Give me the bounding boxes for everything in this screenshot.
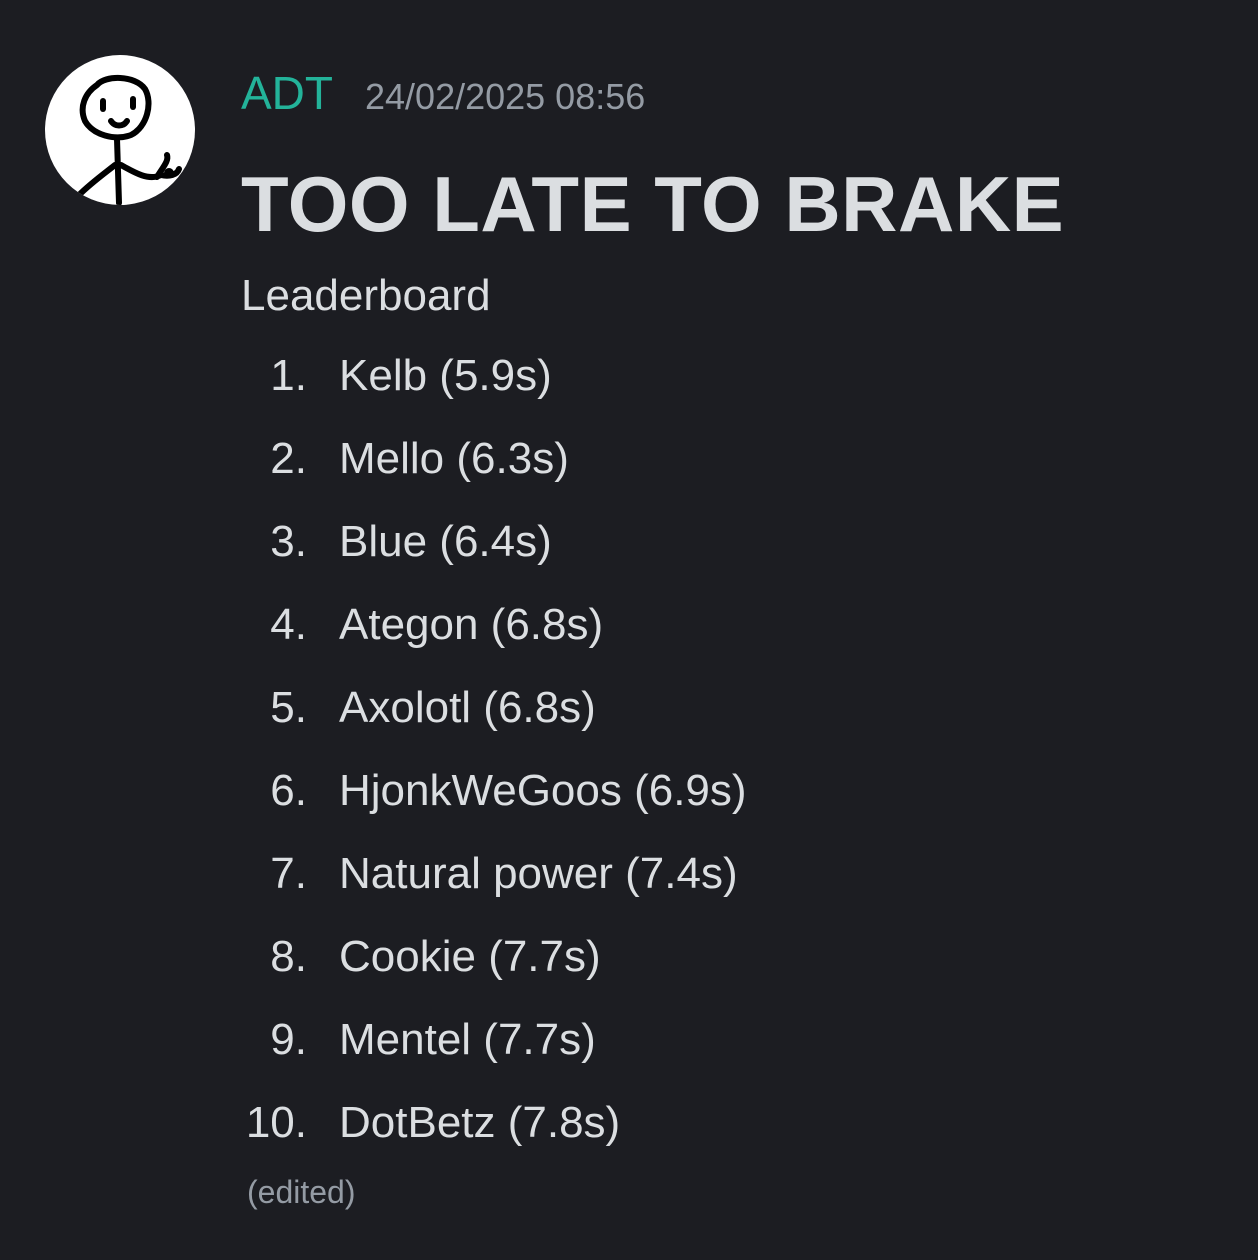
list-item: 7. Natural power (7.4s) xyxy=(241,832,1238,915)
leaderboard-entry: DotBetz (7.8s) xyxy=(339,1097,621,1147)
list-item: 8. Cookie (7.7s) xyxy=(241,915,1238,998)
list-item: 10. DotBetz (7.8s) xyxy=(241,1081,1238,1164)
avatar[interactable] xyxy=(45,55,195,205)
leaderboard-entry: Ategon (6.8s) xyxy=(339,599,604,649)
message-content: ADT 24/02/2025 08:56 TOO LATE TO BRAKE L… xyxy=(241,62,1238,1216)
leaderboard-label: Leaderboard xyxy=(241,271,491,320)
list-item: 4. Ategon (6.8s) xyxy=(241,583,1238,666)
rank-number: 8. xyxy=(270,931,307,981)
rank-number: 1. xyxy=(270,350,307,400)
rank-number: 6. xyxy=(270,765,307,815)
leaderboard-entry: Natural power (7.4s) xyxy=(339,848,738,898)
list-item: 1. Kelb (5.9s) xyxy=(241,334,1238,417)
message-header: ADT 24/02/2025 08:56 xyxy=(241,62,1238,124)
leaderboard-entry: HjonkWeGoos (6.9s) xyxy=(339,765,747,815)
list-item: 6. HjonkWeGoos (6.9s) xyxy=(241,749,1238,832)
leaderboard-entry: Axolotl (6.8s) xyxy=(339,682,596,732)
leaderboard-entry: Cookie (7.7s) xyxy=(339,931,601,981)
rank-number: 5. xyxy=(270,682,307,732)
leaderboard-entry: Mentel (7.7s) xyxy=(339,1014,596,1064)
list-item: 2. Mello (6.3s) xyxy=(241,417,1238,500)
list-item: 9. Mentel (7.7s) xyxy=(241,998,1238,1081)
rank-number: 9. xyxy=(270,1014,307,1064)
rank-number: 7. xyxy=(270,848,307,898)
author-name[interactable]: ADT xyxy=(241,62,333,124)
edited-label: (edited) xyxy=(247,1174,356,1210)
stick-figure-thumbs-up-icon xyxy=(76,75,182,205)
rank-number: 2. xyxy=(270,433,307,483)
rank-number: 4. xyxy=(270,599,307,649)
leaderboard-entry: Mello (6.3s) xyxy=(339,433,569,483)
rank-number: 3. xyxy=(270,516,307,566)
list-item: 3. Blue (6.4s) xyxy=(241,500,1238,583)
leaderboard-list: 1. Kelb (5.9s) 2. Mello (6.3s) 3. Blue (6.4… xyxy=(241,334,1238,1164)
message-heading: TOO LATE TO BRAKE xyxy=(241,160,1065,248)
leaderboard-entry: Blue (6.4s) xyxy=(339,516,552,566)
message-timestamp[interactable]: 24/02/2025 08:56 xyxy=(365,66,645,128)
leaderboard-entry: Kelb (5.9s) xyxy=(339,350,552,400)
list-item: 5. Axolotl (6.8s) xyxy=(241,666,1238,749)
rank-number: 10. xyxy=(245,1097,307,1147)
